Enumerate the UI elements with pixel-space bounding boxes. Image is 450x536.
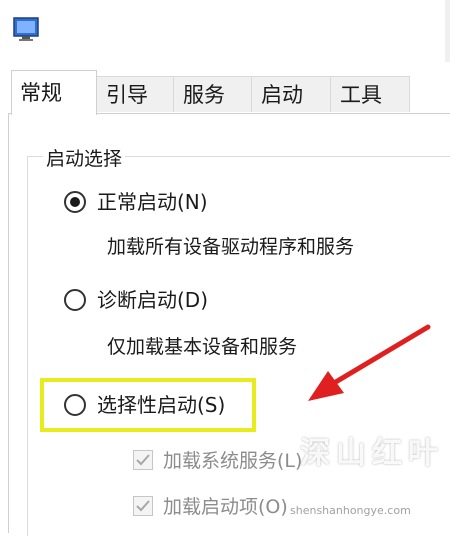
radio-button-normal[interactable]: [64, 191, 86, 213]
radio-diagnostic-startup[interactable]: 诊断启动(D): [64, 286, 224, 316]
checkbox-startup-items-label: 加载启动项(O): [163, 496, 288, 518]
radio-selected-dot: [70, 197, 80, 207]
tab-boot[interactable]: 引导: [96, 76, 174, 112]
watermark-url: shenshanhongye.com: [290, 504, 411, 517]
tab-strip: 常规 引导 服务 启动 工具: [0, 70, 450, 115]
red-arrow-icon: [308, 324, 431, 401]
title-bar: [0, 0, 450, 62]
checkmark-icon: [136, 454, 150, 466]
radio-normal-label: 正常启动(N): [97, 190, 208, 214]
diagnostic-startup-description: 仅加载基本设备和服务: [107, 336, 298, 358]
yellow-highlight-box: [40, 378, 256, 432]
msconfig-app-icon: [13, 17, 39, 41]
tab-services[interactable]: 服务: [173, 76, 252, 112]
tab-tools[interactable]: 工具: [330, 76, 410, 112]
window-edge: [445, 0, 450, 62]
radio-normal-startup[interactable]: 正常启动(N): [64, 188, 224, 218]
checkbox-startup-items[interactable]: [133, 496, 153, 516]
checkbox-system-services-label: 加载系统服务(L): [163, 450, 303, 472]
startup-selection-title: 启动选择: [43, 144, 126, 171]
watermark-logo-text: 深山红叶: [300, 436, 444, 471]
tab-startup[interactable]: 启动: [251, 76, 331, 112]
checkmark-icon: [136, 500, 150, 512]
radio-button-diagnostic[interactable]: [64, 289, 86, 311]
normal-startup-description: 加载所有设备驱动程序和服务: [107, 236, 355, 258]
tab-general[interactable]: 常规: [11, 70, 97, 115]
radio-diagnostic-label: 诊断启动(D): [97, 288, 209, 312]
checkbox-system-services[interactable]: [133, 450, 153, 470]
